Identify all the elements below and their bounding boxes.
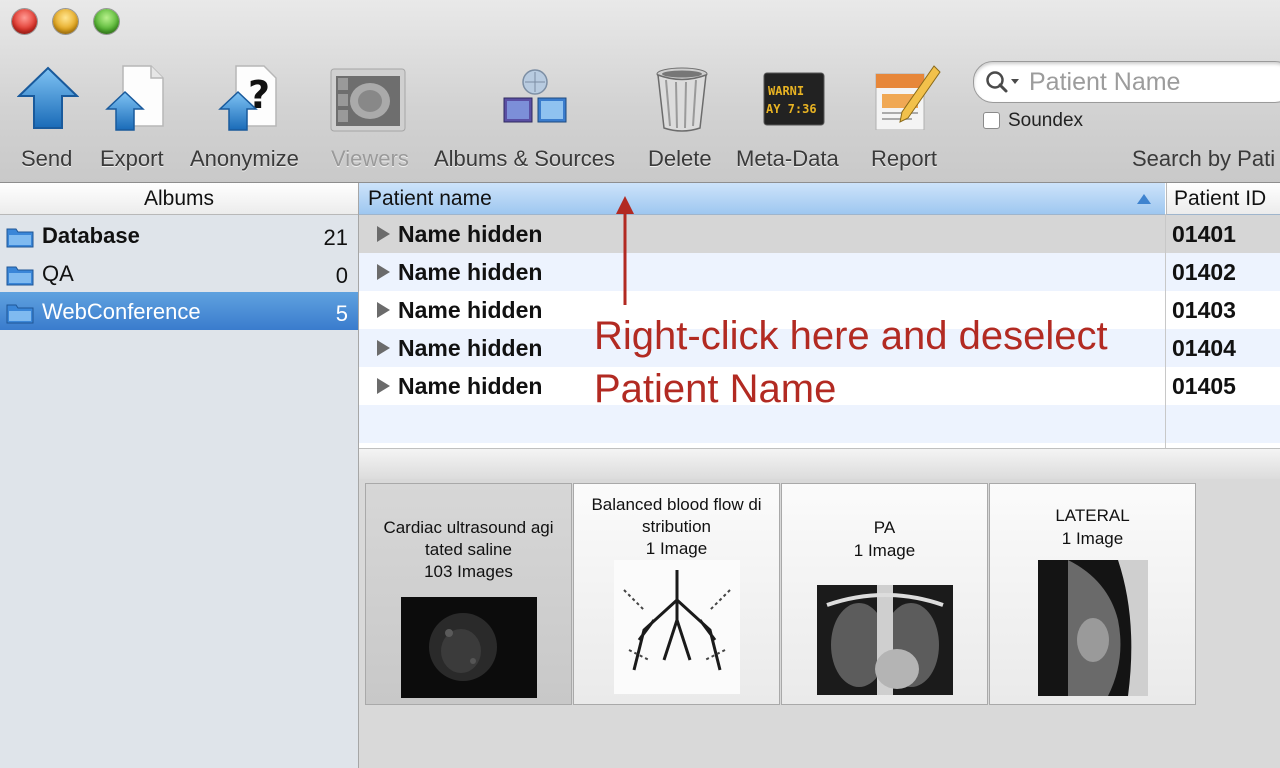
thumbnail-cardiac-ultrasound[interactable]: Cardiac ultrasound agi tated saline 103 … [365,483,572,705]
thumbnail-title: PA [873,518,896,537]
album-name: WebConference [42,299,201,324]
patient-name-cell: Name hidden [398,221,543,247]
table-row[interactable]: Name hidden 01401 [359,215,1280,253]
anonymize-button[interactable]: ? Anonymize [190,60,310,180]
chest-xray-pa-image [817,585,953,695]
thumbnail-pa[interactable]: PA 1 Image [781,483,988,705]
thumbnail-lateral[interactable]: LATERAL 1 Image [989,483,1196,705]
export-icon [105,65,164,131]
perfusion-scan-image [614,560,740,694]
folder-icon [6,228,34,248]
soundex-label: Soundex [1008,110,1084,131]
viewers-button[interactable]: Viewers [330,60,414,180]
search-caption: Search by Pati [1132,146,1276,171]
meta-data-icon: WARNI AY 7:36 [763,72,825,126]
disclosure-triangle-icon[interactable] [377,340,390,356]
patient-name-cell: Name hidden [398,335,543,361]
zoom-window-button[interactable] [94,9,119,34]
toolbar: Send Export ? Anonymize Viewers Albums &… [0,0,1280,183]
thumbnail-browser: Cardiac ultrasound agi tated saline 103 … [359,479,1280,768]
thumbnail-title: stribution [642,517,711,536]
delete-label: Delete [648,146,712,171]
export-button[interactable]: Export [100,60,174,180]
disclosure-triangle-icon[interactable] [377,264,390,280]
anonymize-icon: ? [218,65,277,131]
albums-header: Albums [0,183,358,215]
chest-xray-lateral-image [1038,560,1148,696]
album-name: Database [42,223,140,248]
album-count: 5 [335,301,348,326]
viewers-icon [330,68,406,132]
viewers-label: Viewers [331,146,409,171]
send-icon [17,66,79,129]
thumbnail-title: Cardiac ultrasound agi [383,518,554,537]
albums-sources-icon [503,69,567,123]
column-header-label: Patient ID [1174,187,1267,210]
send-label: Send [21,146,73,171]
trash-icon [656,67,708,132]
thumbnail-count: 1 Image [1061,529,1124,548]
search-placeholder: Patient Name [1029,68,1181,96]
album-database[interactable]: Database 21 [0,216,358,254]
export-label: Export [100,146,164,171]
report-button[interactable]: Report [870,60,946,180]
sort-ascending-icon [1137,194,1151,204]
column-header-label: Patient name [368,187,492,210]
soundex-checkbox[interactable] [983,112,1000,129]
svg-text:?: ? [248,73,270,117]
patient-name-cell: Name hidden [398,373,543,399]
column-header-patient-name[interactable]: Patient name [359,183,1165,215]
svg-text:AY 7:36: AY 7:36 [766,102,817,116]
anonymize-label: Anonymize [190,146,299,171]
close-window-button[interactable] [12,9,37,34]
album-name: QA [42,261,74,286]
thumbnail-title: Balanced blood flow di [591,495,762,514]
album-webconference[interactable]: WebConference 5 [0,292,358,330]
annotation-text: Right-click here and deselect Patient Na… [594,310,1194,416]
album-qa[interactable]: QA 0 [0,254,358,292]
column-header-patient-id[interactable]: Patient ID [1166,183,1280,215]
meta-data-button[interactable]: WARNI AY 7:36 Meta-Data [736,60,852,180]
thumbnail-count: 103 Images [424,562,513,581]
albums-sources-button[interactable]: Albums & Sources [434,60,630,180]
thumbnail-count: 1 Image [853,541,916,560]
meta-data-label: Meta-Data [736,146,839,171]
folder-icon [6,304,34,324]
thumbnail-title: LATERAL [1055,506,1130,525]
thumbnail-title: tated saline [425,540,512,559]
patient-id-cell: 01402 [1172,259,1236,285]
albums-sources-label: Albums & Sources [434,146,615,171]
thumbnail-count: 1 Image [645,539,708,558]
albums-sidebar: Albums Database 21 QA 0 WebConference 5 [0,183,359,768]
patient-name-cell: Name hidden [398,297,543,323]
split-view-divider[interactable] [359,448,1280,480]
disclosure-triangle-icon[interactable] [377,226,390,242]
annotation-line-1: Right-click here and deselect [594,314,1108,358]
thumbnail-balanced-blood-flow[interactable]: Balanced blood flow di stribution 1 Imag… [573,483,780,705]
patient-id-cell: 01401 [1172,221,1236,247]
folder-icon [6,266,34,286]
delete-button[interactable]: Delete [648,60,718,180]
album-count: 0 [335,263,348,288]
report-icon [875,65,941,130]
search-icon [986,71,1019,93]
patient-name-cell: Name hidden [398,259,543,285]
minimize-window-button[interactable] [53,9,78,34]
table-row[interactable]: Name hidden 01402 [359,253,1280,291]
svg-text:WARNI: WARNI [768,84,804,98]
report-label: Report [871,146,938,171]
annotation-line-2: Patient Name [594,367,837,411]
disclosure-triangle-icon[interactable] [377,378,390,394]
ultrasound-image [401,597,537,698]
album-count: 21 [323,225,348,250]
patient-name-search-field[interactable]: Patient Name [973,61,1280,103]
send-button[interactable]: Send [17,60,81,180]
disclosure-triangle-icon[interactable] [377,302,390,318]
